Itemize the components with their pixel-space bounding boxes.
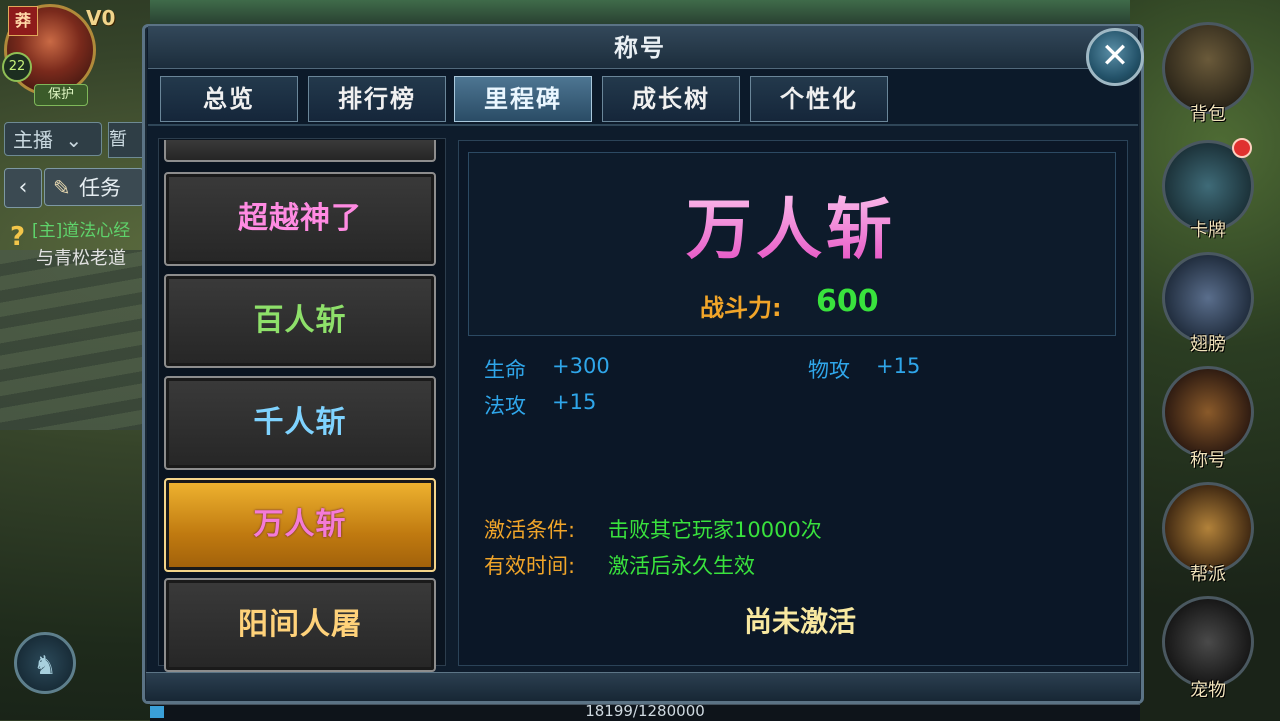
list-item-partial[interactable]: [164, 140, 436, 162]
list-item-title-4[interactable]: 阳间人屠: [164, 578, 436, 672]
pet-label: 宠物: [1190, 680, 1226, 701]
stat-value-matk: +15: [552, 390, 597, 414]
wings-label: 翅膀: [1190, 334, 1226, 355]
guild-label: 帮派: [1190, 564, 1226, 585]
tab-milestone[interactable]: 里程碑: [454, 76, 592, 122]
collapse-arrow-button[interactable]: ‹: [4, 168, 42, 208]
cards-label: 卡牌: [1190, 220, 1226, 241]
vip-level[interactable]: V0: [86, 6, 115, 30]
chevron-down-icon: ⌄: [65, 128, 83, 152]
power-value: 600: [816, 284, 879, 319]
list-item-title-3-selected[interactable]: 万人斩: [164, 478, 436, 572]
pet-button[interactable]: [1162, 596, 1254, 688]
dialog-bottom-border: [146, 672, 1140, 701]
task-label: 任务: [79, 176, 121, 200]
task-button[interactable]: ✎ 任务: [44, 168, 144, 206]
list-item-label: 百人斩: [253, 303, 347, 338]
bag-label: 背包: [1190, 104, 1226, 125]
question-icon: ?: [10, 222, 26, 252]
chevron-left-icon: ‹: [18, 175, 28, 200]
list-item-label: 千人斩: [253, 405, 347, 440]
stat-name-hp: 生命: [484, 358, 526, 382]
stat-value-patk: +15: [876, 354, 921, 378]
tab-growth-tree[interactable]: 成长树: [602, 76, 740, 122]
activation-status: 尚未激活: [743, 605, 856, 638]
stat-name-patk: 物攻: [808, 358, 850, 382]
list-item-label: 超越神了: [238, 201, 362, 236]
list-item-label: 万人斩: [253, 507, 347, 542]
quest-title[interactable]: [主]道法心经: [32, 216, 144, 241]
scroll-icon: ✎: [53, 176, 71, 200]
dialog-title: 称号: [614, 34, 666, 62]
player-level: 22: [2, 52, 32, 82]
tab-ranking[interactable]: 排行榜: [308, 76, 446, 122]
exp-text: 18199/1280000: [585, 702, 705, 720]
titles-label: 称号: [1190, 450, 1226, 471]
power-label: 战斗力:: [700, 294, 782, 322]
close-icon: ✕: [1100, 36, 1130, 76]
quest-description[interactable]: 与青松老道: [36, 244, 144, 270]
stat-name-matk: 法攻: [484, 394, 526, 418]
tab-overview[interactable]: 总览: [160, 76, 298, 122]
notification-dot: [1232, 138, 1252, 158]
list-item-label: 阳间人屠: [238, 607, 362, 642]
protect-status[interactable]: 保护: [34, 84, 88, 106]
scene-stairs: [0, 250, 160, 430]
stat-value-hp: +300: [552, 354, 610, 378]
list-item-title-0[interactable]: 超越神了: [164, 172, 436, 266]
close-button[interactable]: ✕: [1086, 28, 1144, 86]
duration-label: 有效时间:: [484, 554, 576, 578]
channel-label: 主播: [13, 128, 53, 152]
activation-label: 激活条件:: [484, 518, 576, 542]
channel-dropdown[interactable]: 主播 ⌄: [4, 122, 102, 156]
list-item-title-1[interactable]: 百人斩: [164, 274, 436, 368]
tab-personalize[interactable]: 个性化: [750, 76, 888, 122]
duration-value: 激活后永久生效: [608, 554, 755, 578]
list-item-title-2[interactable]: 千人斩: [164, 376, 436, 470]
faction-badge: 莽: [8, 6, 38, 36]
title-name: 万人斩: [468, 176, 1114, 272]
titles-button[interactable]: [1162, 366, 1254, 458]
activation-value: 击败其它玩家10000次: [608, 518, 822, 542]
mount-icon[interactable]: ♞: [14, 632, 76, 694]
